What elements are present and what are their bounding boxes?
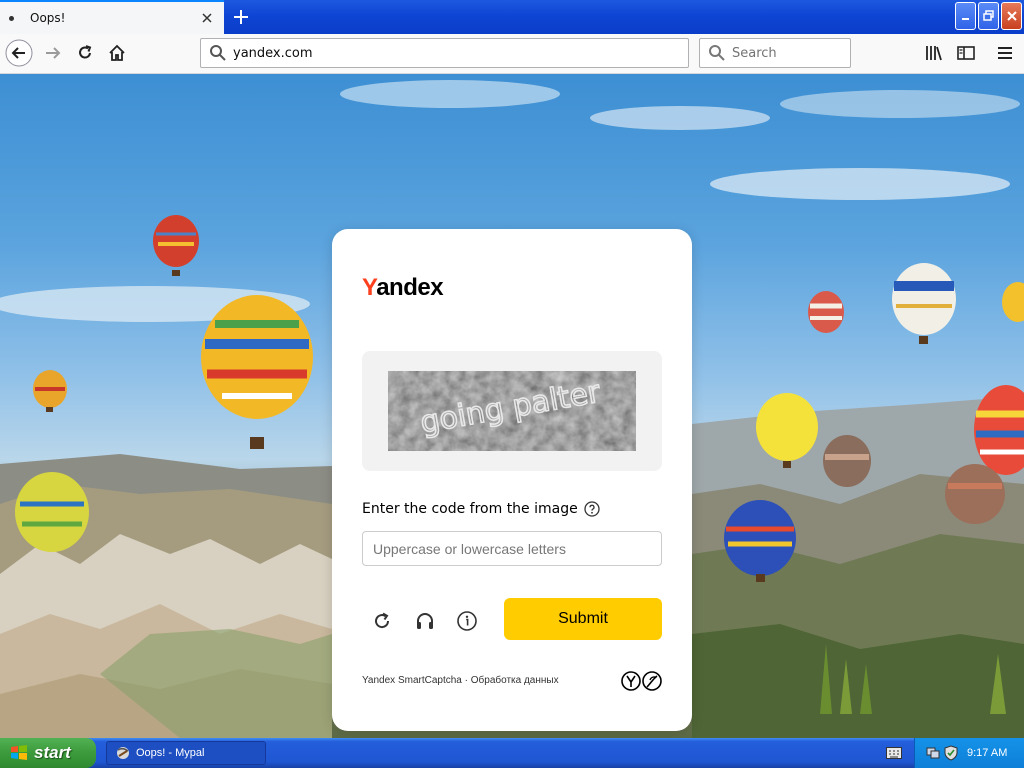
- close-icon: [202, 13, 212, 23]
- back-button[interactable]: [4, 38, 34, 68]
- tab-oops[interactable]: Oops!: [0, 0, 224, 34]
- address-bar[interactable]: yandex.com: [200, 38, 773, 68]
- windows-taskbar: start Oops! - Mypal 9:17 AM: [0, 738, 1024, 768]
- balloon-decoration: [201, 295, 313, 449]
- keyboard-layout-icon[interactable]: [886, 746, 902, 760]
- windows-logo-icon: [11, 745, 27, 760]
- home-icon: [109, 44, 125, 61]
- reload-button[interactable]: [70, 38, 100, 68]
- reload-icon: [79, 45, 92, 59]
- menu-button[interactable]: [990, 38, 1020, 68]
- refresh-icon: [375, 612, 390, 629]
- plus-icon: [234, 10, 248, 24]
- url-text: yandex.com: [233, 45, 313, 61]
- search-bar[interactable]: Search: [699, 38, 851, 68]
- tab-loading-icon: [9, 15, 14, 21]
- tab-title: Oops!: [30, 11, 66, 25]
- balloon-decoration: [945, 464, 1005, 524]
- system-tray: 9:17 AM: [914, 738, 1024, 768]
- shield-icon[interactable]: [943, 745, 959, 761]
- help-icon[interactable]: [584, 501, 600, 517]
- footer-text[interactable]: Yandex SmartCaptcha · Обработка данных: [362, 675, 559, 686]
- restore-icon: [982, 10, 994, 21]
- info-icon: [457, 611, 477, 631]
- balloon-decoration: [892, 263, 956, 344]
- balloon-decoration: [15, 472, 89, 552]
- audio-captcha-button[interactable]: [411, 607, 439, 635]
- balloon-decoration: [823, 435, 871, 487]
- network-icon[interactable]: [925, 745, 941, 761]
- taskbar-item-label: Oops! - Mypal: [136, 747, 205, 759]
- library-button[interactable]: [919, 38, 949, 68]
- headphones-icon: [417, 613, 433, 629]
- captcha-image-container: going palter: [362, 351, 662, 471]
- minimize-button[interactable]: [955, 2, 976, 30]
- yandex-logo: Yandex: [362, 274, 444, 301]
- forward-arrow-icon: [46, 47, 61, 59]
- refresh-captcha-button[interactable]: [368, 607, 396, 635]
- close-icon: [1006, 11, 1017, 21]
- prompt-label: Enter the code from the image: [362, 501, 578, 517]
- submit-button[interactable]: Submit: [504, 598, 662, 640]
- tab-close-button[interactable]: [198, 9, 216, 27]
- balloon-decoration: [33, 370, 67, 412]
- search-icon: [708, 44, 726, 62]
- browser-app-icon: [117, 747, 129, 759]
- back-arrow-icon: [5, 39, 33, 67]
- balloon-decoration: [153, 215, 199, 276]
- minimize-icon: [961, 18, 969, 20]
- start-label: start: [34, 743, 71, 762]
- search-placeholder: Search: [732, 45, 777, 61]
- hamburger-menu-icon: [998, 47, 1012, 59]
- start-button[interactable]: start: [0, 738, 96, 768]
- close-window-button[interactable]: [1001, 2, 1022, 30]
- captcha-prompt: Enter the code from the image: [362, 501, 600, 517]
- navigation-toolbar: yandex.com Search: [0, 34, 1024, 74]
- new-tab-button[interactable]: [229, 5, 253, 29]
- captcha-image: going palter: [388, 371, 636, 451]
- window-controls: [955, 2, 1022, 30]
- taskbar-item-browser[interactable]: Oops! - Mypal: [106, 741, 266, 765]
- system-clock: 9:17 AM: [967, 747, 1008, 759]
- balloon-decoration: [808, 291, 844, 333]
- captcha-code-input[interactable]: [362, 531, 662, 566]
- search-icon: [209, 44, 227, 62]
- forward-button[interactable]: [38, 38, 68, 68]
- info-button[interactable]: [453, 607, 481, 635]
- tab-strip: Oops!: [0, 0, 1024, 34]
- library-icon: [926, 46, 942, 61]
- page-viewport: Yandex going palter Enter the code from …: [0, 74, 1024, 738]
- home-button[interactable]: [102, 38, 132, 68]
- yandex-smartcaptcha-logo: [621, 671, 662, 691]
- captcha-card: Yandex going palter Enter the code from …: [332, 229, 692, 731]
- sidebar-icon: [957, 46, 975, 60]
- sidebar-button[interactable]: [951, 38, 981, 68]
- restore-button[interactable]: [978, 2, 999, 30]
- balloon-decoration: [1002, 282, 1024, 322]
